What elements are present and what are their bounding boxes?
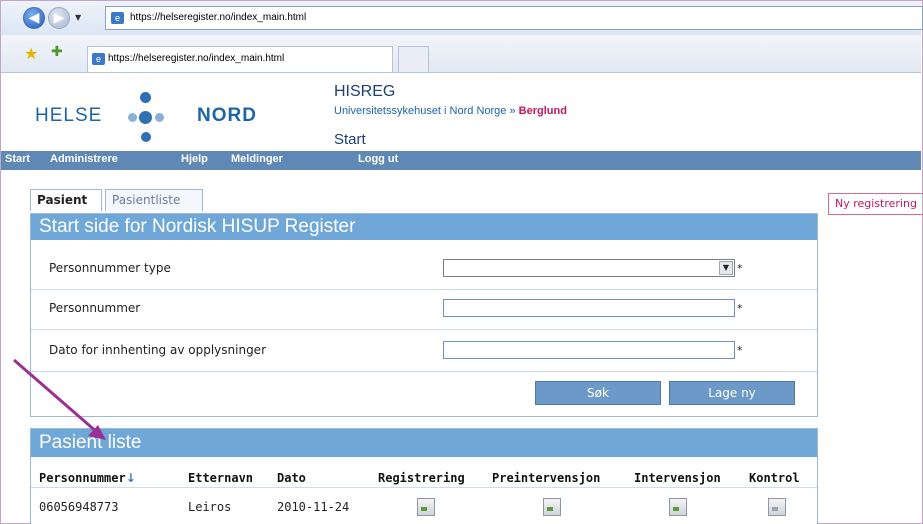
annotation-arrow-icon: [13, 358, 106, 440]
